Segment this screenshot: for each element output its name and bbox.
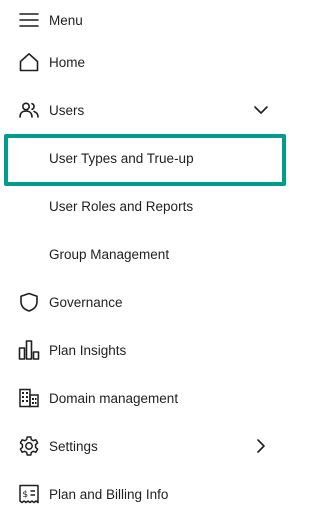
sidebar-item-label: Home (49, 54, 86, 70)
sidebar-item-home[interactable]: Home (0, 42, 288, 82)
sidebar-item-label: Plan Insights (49, 342, 127, 358)
sidebar-subitem-group-management[interactable]: Group Management (0, 234, 288, 274)
sidebar-item-label: User Types and True-up (49, 150, 194, 166)
sidebar-item-label: Plan and Billing Info (49, 486, 169, 502)
chevron-down-icon[interactable] (250, 99, 272, 121)
chevron-right-icon[interactable] (250, 435, 272, 457)
hamburger-icon (18, 9, 40, 31)
svg-text:$: $ (22, 490, 28, 500)
home-icon (18, 51, 40, 73)
sidebar-item-label: Domain management (49, 390, 179, 406)
shield-icon (18, 291, 40, 313)
sidebar-item-label: Group Management (49, 246, 170, 262)
gear-icon (18, 435, 40, 457)
billing-icon: $ (18, 483, 40, 505)
sidebar-subitem-user-types[interactable]: User Types and True-up (0, 138, 288, 178)
sidebar-item-domain-management[interactable]: Domain management (0, 378, 288, 418)
sidebar-subitem-user-roles[interactable]: User Roles and Reports (0, 186, 288, 226)
sidebar-item-label: Users (49, 102, 85, 118)
sidebar-item-settings[interactable]: Settings (0, 426, 288, 466)
sidebar-item-label: User Roles and Reports (49, 198, 194, 214)
sidebar-item-users[interactable]: Users (0, 90, 288, 130)
sidebar-item-label: Governance (49, 294, 123, 310)
sidebar-item-label: Settings (49, 438, 98, 454)
sidebar-item-governance[interactable]: Governance (0, 282, 288, 322)
bar-chart-icon (18, 339, 40, 361)
menu-toggle[interactable]: Menu (0, 0, 288, 40)
building-icon (18, 387, 40, 409)
users-icon (18, 99, 40, 121)
menu-label: Menu (49, 12, 83, 28)
sidebar-item-plan-insights[interactable]: Plan Insights (0, 330, 288, 370)
sidebar-item-plan-billing[interactable]: $ Plan and Billing Info (0, 474, 288, 508)
sidebar-nav: Menu Home Users User Types and True-up U… (0, 0, 288, 508)
